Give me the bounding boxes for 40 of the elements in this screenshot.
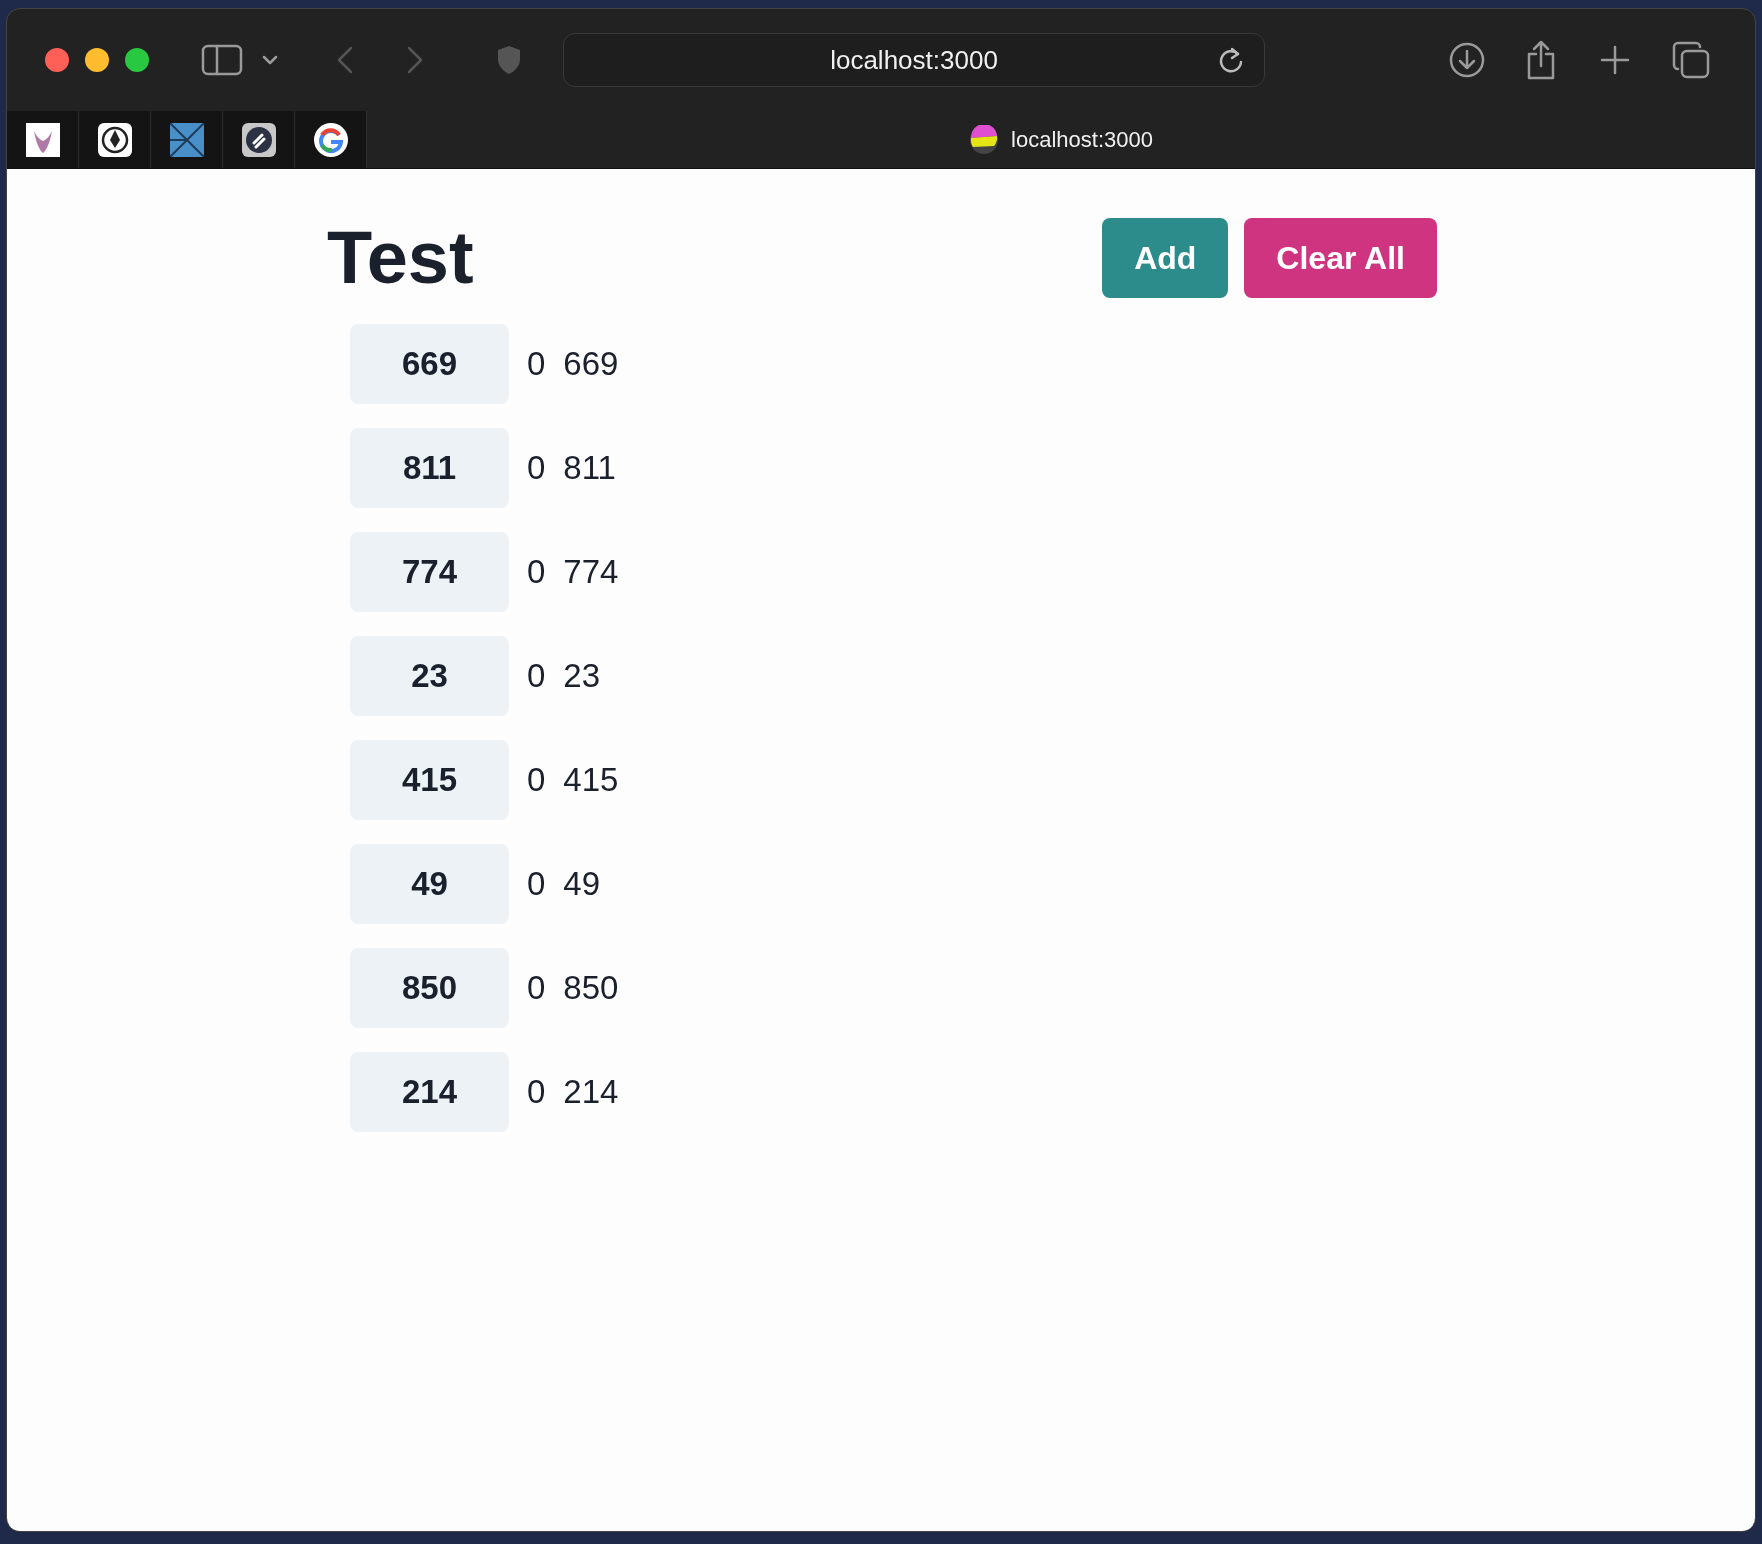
close-icon[interactable] xyxy=(45,48,69,72)
number-chip: 850 xyxy=(350,948,509,1028)
number-chip: 23 xyxy=(350,636,509,716)
index-text: 0 xyxy=(527,553,546,591)
value-text: 49 xyxy=(563,865,601,903)
value-text: 811 xyxy=(563,449,616,487)
value-text: 774 xyxy=(563,553,619,591)
value-text: 850 xyxy=(563,969,619,1007)
page-title: Test xyxy=(327,221,474,295)
add-button[interactable]: Add xyxy=(1102,218,1229,298)
number-chip: 49 xyxy=(350,844,509,924)
clear-all-button[interactable]: Clear All xyxy=(1244,218,1437,298)
number-chip: 415 xyxy=(350,740,509,820)
index-text: 0 xyxy=(527,761,546,799)
tab-title[interactable]: localhost:3000 xyxy=(1011,126,1153,153)
download-icon[interactable] xyxy=(1447,40,1487,80)
number-chip: 669 xyxy=(350,324,509,404)
tab-favicon-icon xyxy=(969,124,1000,155)
reload-icon[interactable] xyxy=(1218,46,1244,74)
bookmark-icon[interactable] xyxy=(25,122,60,157)
value-text: 23 xyxy=(563,657,601,695)
index-text: 0 xyxy=(527,345,546,383)
number-chip: 811 xyxy=(350,428,509,508)
url-text: localhost:3000 xyxy=(830,44,998,76)
index-text: 0 xyxy=(527,1073,546,1111)
number-chip: 214 xyxy=(350,1052,509,1132)
value-text: 669 xyxy=(563,345,619,383)
value-text: 214 xyxy=(563,1073,619,1111)
bookmark-icon[interactable] xyxy=(241,122,276,157)
google-icon[interactable] xyxy=(313,122,348,157)
index-text: 0 xyxy=(527,449,546,487)
index-text: 0 xyxy=(527,865,546,903)
number-chip: 774 xyxy=(350,532,509,612)
tabs-icon[interactable] xyxy=(1671,40,1711,80)
index-text: 0 xyxy=(527,657,546,695)
minimize-icon[interactable] xyxy=(85,48,109,72)
address-bar[interactable]: localhost:3000 xyxy=(563,33,1265,87)
value-text: 415 xyxy=(563,761,619,799)
index-text: 0 xyxy=(527,969,546,1007)
maximize-icon[interactable] xyxy=(125,48,149,72)
